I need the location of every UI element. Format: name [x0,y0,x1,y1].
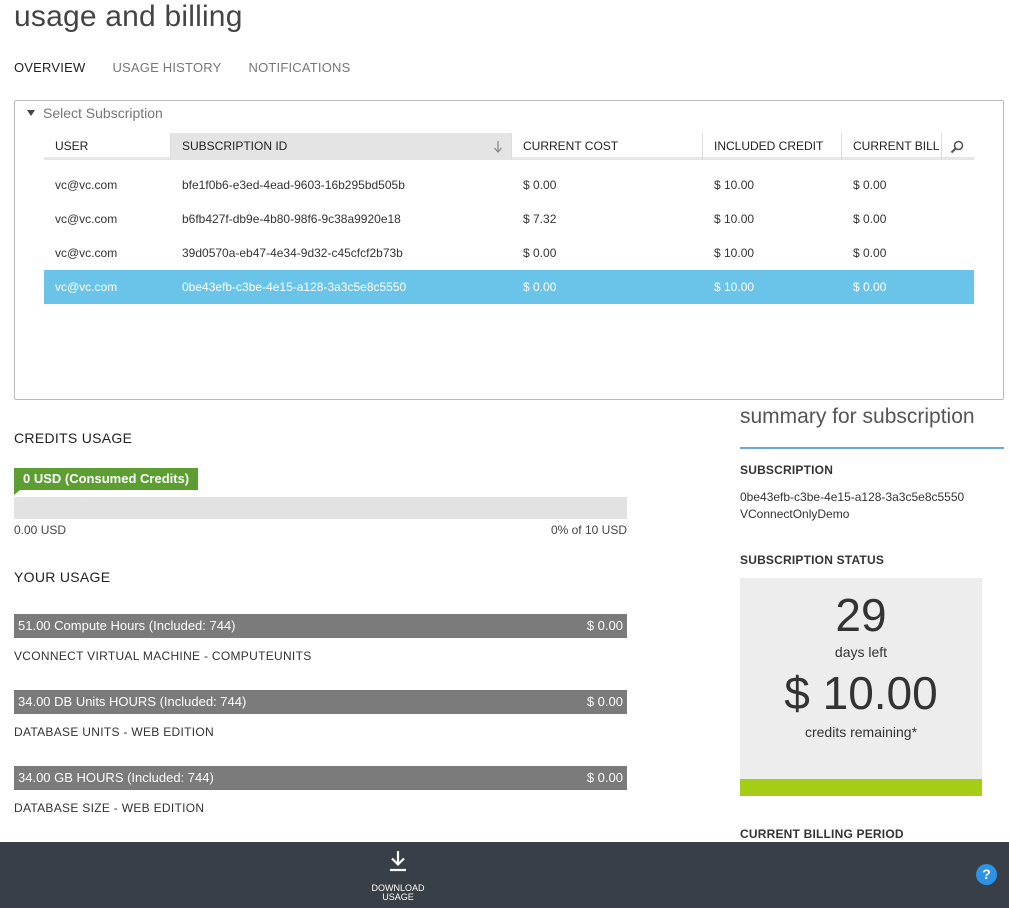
search-icon[interactable] [942,133,972,160]
summary-title: summary for subscription [740,405,975,428]
grid-header: USER SUBSCRIPTION ID CURRENT COST INCLUD… [44,133,974,160]
current-billing-period-label: CURRENT BILLING PERIOD [740,827,904,841]
select-subscription-toggle[interactable]: Select Subscription [27,105,163,121]
download-icon [390,851,406,872]
subscription-status-label: SUBSCRIPTION STATUS [740,553,885,567]
usage-bar-text: 34.00 DB Units HOURS (Included: 744) [18,694,247,709]
page-title: usage and billing [14,0,243,33]
tab-notifications[interactable]: NOTIFICATIONS [248,60,350,75]
subscription-status-card: 29 days left $ 10.00 credits remaining* [740,578,982,796]
cell-current-cost: $ 7.32 [523,212,557,226]
download-usage-button[interactable]: DOWNLOAD USAGE [360,850,436,902]
download-usage-label: DOWNLOAD USAGE [360,884,436,902]
days-left-label: days left [834,644,888,660]
arrow-down-icon [493,133,503,169]
cell-user: vc@vc.com [55,246,118,260]
table-row[interactable]: vc@vc.com 39d0570a-eb47-4e34-9d32-c45cfc… [44,236,974,270]
summary-divider [740,447,1004,449]
your-usage-title: YOUR USAGE [14,569,111,585]
usage-bar-db-units: 34.00 DB Units HOURS (Included: 744) $ 0… [14,690,627,714]
credits-progress-bar [14,497,627,519]
cell-included-credit: $ 10.00 [714,178,755,192]
usage-bar-amount: $ 0.00 [586,770,623,785]
table-row[interactable]: vc@vc.com bfe1f0b6-e3ed-4ead-9603-16b295… [44,168,974,202]
credits-consumed-value: 0.00 USD [14,523,67,537]
subscription-panel: Select Subscription USER SUBSCRIPTION ID… [14,100,1004,400]
cell-included-credit: $ 10.00 [714,212,755,226]
consumed-credits-badge: 0 USD (Consumed Credits) [14,468,199,495]
cell-current-bill: $ 0.00 [853,280,887,294]
cell-user: vc@vc.com [55,212,118,226]
cell-current-bill: $ 0.00 [853,212,887,226]
column-header-user[interactable]: USER [44,133,171,160]
column-header-included-credit[interactable]: INCLUDED CREDIT [703,133,842,160]
cell-subscription-id: bfe1f0b6-e3ed-4ead-9603-16b295bd505b [182,178,405,192]
cell-subscription-id: 39d0570a-eb47-4e34-9d32-c45cfcf2b73b [182,246,403,260]
usage-item-name: DATABASE SIZE - WEB EDITION [14,801,205,815]
cell-subscription-id: 0be43efb-c3be-4e15-a128-3a3c5e8c5550 [182,280,407,294]
table-row-selected[interactable]: vc@vc.com 0be43efb-c3be-4e15-a128-3a3c5e… [44,270,974,304]
usage-bar-amount: $ 0.00 [586,694,623,709]
cell-current-bill: $ 0.00 [853,246,887,260]
usage-item-name: DATABASE UNITS - WEB EDITION [14,725,214,739]
summary-subscription-id: 0be43efb-c3be-4e15-a128-3a3c5e8c5550 [740,490,965,504]
column-header-current-bill[interactable]: CURRENT BILL [842,133,942,160]
column-header-current-cost[interactable]: CURRENT COST [512,133,703,160]
usage-bar-amount: $ 0.00 [586,618,623,633]
credits-percent-label: 0% of 10 USD [550,523,627,537]
usage-bar-compute: 51.00 Compute Hours (Included: 744) $ 0.… [14,614,627,638]
cell-included-credit: $ 10.00 [714,246,755,260]
days-left-value: 29 [835,589,887,641]
cell-user: vc@vc.com [55,280,118,294]
table-row[interactable]: vc@vc.com b6fb427f-db9e-4b80-98f6-9c38a9… [44,202,974,236]
column-header-subscription-id-label: SUBSCRIPTION ID [182,139,288,153]
credits-remaining-value: $ 10.00 [784,667,938,719]
cell-current-cost: $ 0.00 [523,178,557,192]
collapse-triangle-icon [27,110,35,116]
cell-current-cost: $ 0.00 [523,246,557,260]
usage-item-name: VCONNECT VIRTUAL MACHINE - COMPUTEUNITS [14,649,312,663]
cell-user: vc@vc.com [55,178,118,192]
help-icon[interactable]: ? [976,864,997,885]
cell-current-bill: $ 0.00 [853,178,887,192]
select-subscription-label: Select Subscription [43,105,163,121]
tab-bar: OVERVIEW USAGE HISTORY NOTIFICATIONS [14,60,351,75]
credits-usage-title: CREDITS USAGE [14,430,133,446]
usage-bar-text: 34.00 GB HOURS (Included: 744) [18,770,214,785]
tab-usage-history[interactable]: USAGE HISTORY [112,60,221,75]
usage-bar-text: 51.00 Compute Hours (Included: 744) [18,618,236,633]
column-header-subscription-id[interactable]: SUBSCRIPTION ID [171,133,512,160]
status-indicator-bar [740,779,982,796]
command-bar: DOWNLOAD USAGE ? [0,842,1009,908]
summary-subscription-name: VConnectOnlyDemo [740,507,850,521]
usage-bar-db-size: 34.00 GB HOURS (Included: 744) $ 0.00 [14,766,627,790]
tab-overview[interactable]: OVERVIEW [14,60,85,75]
subscription-grid: USER SUBSCRIPTION ID CURRENT COST INCLUD… [44,133,974,304]
cell-subscription-id: b6fb427f-db9e-4b80-98f6-9c38a9920e18 [182,212,401,226]
download-label-line2: USAGE [382,892,414,902]
subscription-label: SUBSCRIPTION [740,463,834,477]
credits-remaining-label: credits remaining* [804,724,918,740]
cell-current-cost: $ 0.00 [523,280,557,294]
cell-included-credit: $ 10.00 [714,280,755,294]
